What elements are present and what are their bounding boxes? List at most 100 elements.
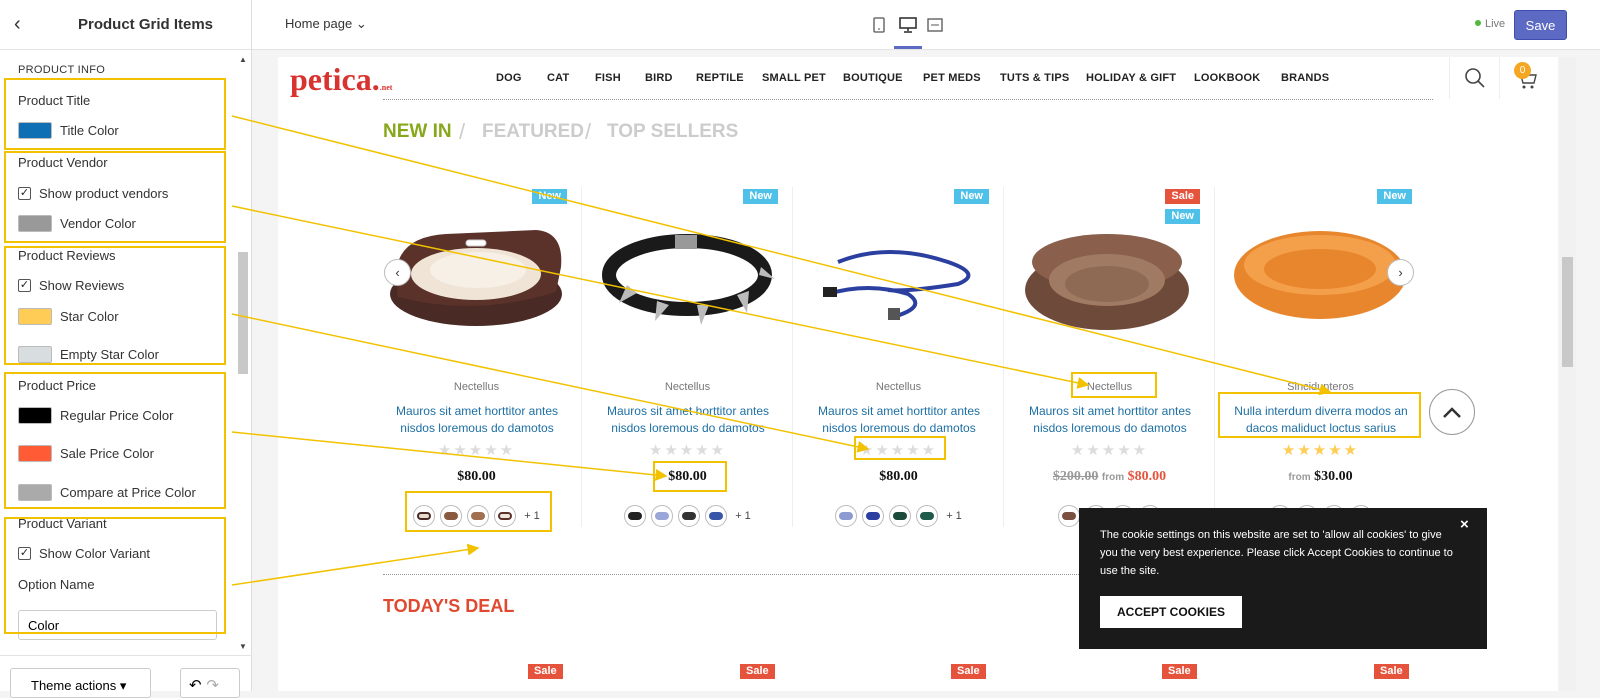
highlight-box [4, 372, 226, 509]
color-variants: + 1 [582, 505, 793, 527]
preview-scrollbar[interactable] [1559, 57, 1576, 691]
tab-new-in[interactable]: NEW IN [383, 121, 452, 143]
tab-separator: / [585, 119, 592, 144]
storefront-preview: petica..net DOG CAT FISH BIRD REPTILE SM… [278, 57, 1558, 691]
active-device-indicator [894, 46, 922, 49]
regular-price: $30.00 [1314, 469, 1353, 484]
product-card[interactable]: Sale New Nectellus Mauros sit amet hortt… [1004, 187, 1215, 527]
store-logo[interactable]: petica..net [290, 61, 392, 98]
color-variants: + 1 [793, 505, 1004, 527]
chevron-left-icon[interactable]: ‹ [14, 13, 50, 36]
fullwidth-icon[interactable] [927, 18, 943, 32]
new-badge: New [743, 189, 778, 204]
settings-panel: PRODUCT INFO Product Title Title Color P… [0, 50, 252, 655]
from-label: from [1288, 472, 1311, 483]
variant-swatch[interactable] [624, 505, 647, 527]
scroll-to-top-button[interactable] [1429, 389, 1475, 435]
sale-badge: Sale [740, 664, 775, 679]
logo-suffix: .net [379, 83, 393, 92]
nav-item-boutique[interactable]: BOUTIQUE [843, 72, 903, 84]
nav-item-small-pet[interactable]: SMALL PET [762, 72, 826, 84]
live-dot-icon [1475, 20, 1481, 26]
page-selector[interactable]: Home page ⌄ [285, 16, 367, 32]
nav-item-dog[interactable]: DOG [496, 72, 522, 84]
carousel-prev-button[interactable]: ‹ [384, 259, 411, 286]
nav-item-cat[interactable]: CAT [547, 72, 569, 84]
product-price: from $30.00 [1215, 469, 1426, 485]
variant-swatch[interactable] [678, 505, 701, 527]
scrollbar-thumb[interactable] [1562, 257, 1573, 367]
product-image[interactable] [1019, 222, 1199, 337]
more-variants[interactable]: + 1 [946, 510, 962, 522]
page-select-label: Home page [285, 16, 353, 31]
theme-actions-button[interactable]: Theme actions ▾ [10, 668, 151, 698]
mobile-icon[interactable] [873, 17, 885, 33]
product-price: $80.00 [457, 469, 496, 484]
variant-swatch[interactable] [1058, 505, 1080, 527]
product-image[interactable] [597, 227, 777, 337]
accept-cookies-button[interactable]: ACCEPT COOKIES [1100, 596, 1242, 628]
close-icon[interactable]: × [1460, 516, 1469, 533]
theme-actions-label: Theme actions [31, 677, 117, 693]
highlight-box [1071, 372, 1157, 398]
highlight-box [4, 517, 226, 634]
sale-badge: Sale [1165, 189, 1200, 204]
variant-swatch[interactable] [862, 505, 885, 527]
product-title[interactable]: Mauros sit amet horttitor antes nisdos l… [811, 403, 987, 437]
live-status: Live [1475, 18, 1505, 30]
product-image[interactable] [386, 222, 566, 332]
variant-swatch[interactable] [889, 505, 912, 527]
more-variants[interactable]: + 1 [735, 510, 751, 522]
nav-item-lookbook[interactable]: LOOKBOOK [1194, 72, 1260, 84]
sale-badge: Sale [1162, 664, 1197, 679]
tab-featured[interactable]: FEATURED [482, 121, 584, 143]
header-divider [383, 99, 1433, 100]
carousel-next-button[interactable]: › [1387, 259, 1414, 286]
product-image[interactable] [808, 232, 988, 332]
variant-swatch[interactable] [835, 505, 858, 527]
product-vendor: Nectellus [453, 381, 500, 393]
product-card[interactable]: New Nectellus Mauros sit amet horttitor … [793, 187, 1004, 527]
new-badge: New [954, 189, 989, 204]
chevron-down-icon: ⌄ [355, 16, 367, 31]
nav-item-pet-meds[interactable]: PET MEDS [923, 72, 981, 84]
product-price: $200.00 from $80.00 [1004, 469, 1215, 485]
product-card[interactable]: New Sincidunteros Nulla interdum diverra… [1215, 187, 1426, 527]
sidebar-scrollbar[interactable]: ▲ ▼ [236, 55, 250, 651]
cookie-banner: The cookie settings on this website are … [1079, 508, 1487, 649]
product-rating-stars: ★★★★★ [648, 442, 727, 459]
product-title[interactable]: Mauros sit amet horttitor antes nisdos l… [389, 403, 565, 437]
product-rating-stars: ★★★★★ [1070, 442, 1149, 459]
product-vendor: Nectellus [875, 381, 922, 393]
product-price: $80.00 [879, 469, 918, 484]
nav-item-holiday-gift[interactable]: HOLIDAY & GIFT [1086, 72, 1176, 84]
nav-item-reptile[interactable]: REPTILE [696, 72, 744, 84]
nav-item-fish[interactable]: FISH [595, 72, 621, 84]
variant-swatch[interactable] [651, 505, 674, 527]
new-badge: New [1377, 189, 1412, 204]
tab-top-sellers[interactable]: TOP SELLERS [607, 121, 738, 143]
logo-text: petica. [290, 61, 380, 97]
nav-item-brands[interactable]: BRANDS [1281, 72, 1329, 84]
product-card[interactable]: New Nectellus Mauros sit amet horttitor … [371, 187, 582, 527]
from-label: from [1101, 472, 1125, 483]
highlight-box [854, 436, 946, 460]
nav-item-tuts-tips[interactable]: TUTS & TIPS [1000, 72, 1069, 84]
search-icon[interactable] [1449, 57, 1499, 99]
scroll-up-icon[interactable]: ▲ [239, 55, 247, 64]
compare-price: $200.00 [1052, 469, 1099, 484]
scroll-down-icon[interactable]: ▼ [239, 642, 247, 651]
variant-swatch[interactable] [705, 505, 728, 527]
new-badge: New [532, 189, 567, 204]
scrollbar-thumb[interactable] [238, 252, 248, 374]
undo-redo-group[interactable]: ↶ ↷ [180, 668, 240, 698]
product-title[interactable]: Mauros sit amet horttitor antes nisdos l… [1022, 403, 1198, 437]
product-title[interactable]: Mauros sit amet horttitor antes nisdos l… [600, 403, 776, 437]
nav-item-bird[interactable]: BIRD [645, 72, 673, 84]
product-rating-stars: ★★★★★ [1281, 442, 1360, 459]
variant-swatch[interactable] [916, 505, 939, 527]
highlight-box [405, 491, 552, 532]
save-button[interactable]: Save [1514, 10, 1567, 40]
desktop-icon[interactable] [899, 17, 917, 33]
product-image[interactable] [1230, 227, 1410, 337]
